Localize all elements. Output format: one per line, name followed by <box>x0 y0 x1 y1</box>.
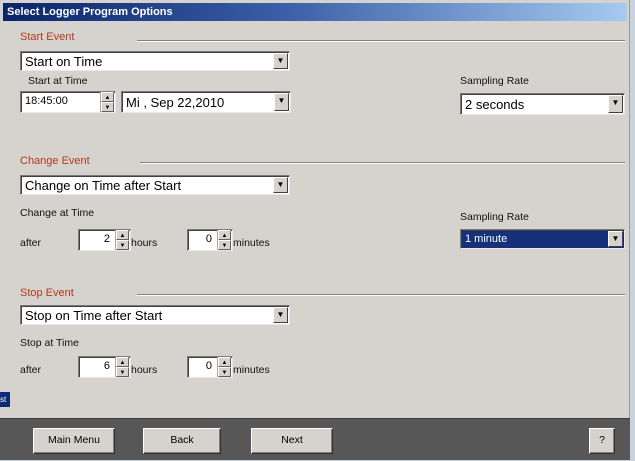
change-minutes-label: minutes <box>233 237 270 249</box>
change-sampling-label: Sampling Rate <box>460 211 529 223</box>
logger-options-window: Select Logger Program Options Start Even… <box>0 0 630 460</box>
stop-minutes-value: 0 <box>205 360 212 372</box>
chevron-down-icon[interactable]: ▼ <box>608 95 623 113</box>
stop-time-label: Stop at Time <box>20 337 79 349</box>
stop-event-select[interactable]: Stop on Time after Start ▼ <box>20 305 290 325</box>
stop-minutes-field[interactable]: 0 ▲ ▼ <box>187 356 233 378</box>
change-minutes-spinner[interactable]: ▲ ▼ <box>217 230 231 250</box>
spin-down-icon[interactable]: ▼ <box>116 367 129 377</box>
start-time-label: Start at Time <box>28 75 88 87</box>
start-event-select[interactable]: Start on Time ▼ <box>20 51 290 71</box>
start-event-group-label: Start Event <box>20 31 75 43</box>
change-hours-field[interactable]: 2 ▲ ▼ <box>78 229 131 251</box>
change-time-label: Change at Time <box>20 207 95 219</box>
window-title: Select Logger Program Options <box>3 3 627 21</box>
stop-minutes-spinner[interactable]: ▲ ▼ <box>217 357 231 377</box>
change-event-value: Change on Time after Start <box>25 178 182 193</box>
change-event-divider <box>140 162 625 164</box>
start-time-field[interactable]: 18:45:00 ▲ ▼ <box>20 91 116 113</box>
next-button[interactable]: Next <box>251 428 333 454</box>
chevron-down-icon[interactable]: ▼ <box>273 307 288 323</box>
spin-up-icon[interactable]: ▲ <box>218 357 231 367</box>
side-tab[interactable]: st <box>0 392 10 407</box>
stop-minutes-label: minutes <box>233 364 270 376</box>
start-event-value: Start on Time <box>25 54 103 69</box>
stop-hours-field[interactable]: 6 ▲ ▼ <box>78 356 131 378</box>
back-button[interactable]: Back <box>143 428 221 454</box>
spin-up-icon[interactable]: ▲ <box>218 230 231 240</box>
change-sampling-select[interactable]: 1 minute ▼ <box>460 229 625 249</box>
start-date-value: Mi , Sep 22,2010 <box>126 95 225 110</box>
start-date-select[interactable]: Mi , Sep 22,2010 ▼ <box>121 91 291 113</box>
start-time-spinner[interactable]: ▲ ▼ <box>100 92 114 112</box>
spin-down-icon[interactable]: ▼ <box>116 240 129 250</box>
stop-event-divider <box>137 294 625 296</box>
change-minutes-field[interactable]: 0 ▲ ▼ <box>187 229 233 251</box>
change-event-select[interactable]: Change on Time after Start ▼ <box>20 175 290 195</box>
spin-down-icon[interactable]: ▼ <box>218 367 231 377</box>
stop-event-value: Stop on Time after Start <box>25 308 163 323</box>
change-sampling-value: 1 minute <box>465 233 508 245</box>
change-hours-value: 2 <box>103 233 110 245</box>
start-sampling-value: 2 seconds <box>465 97 525 112</box>
stop-hours-spinner[interactable]: ▲ ▼ <box>115 357 129 377</box>
stop-hours-label: hours <box>131 364 158 376</box>
change-event-group-label: Change Event <box>20 155 90 167</box>
change-hours-spinner[interactable]: ▲ ▼ <box>115 230 129 250</box>
stop-event-group-label: Stop Event <box>20 287 74 299</box>
chevron-down-icon[interactable]: ▼ <box>608 231 623 247</box>
spin-up-icon[interactable]: ▲ <box>116 230 129 240</box>
chevron-down-icon[interactable]: ▼ <box>274 93 289 111</box>
stop-hours-value: 6 <box>103 360 110 372</box>
change-after-label: after <box>20 237 42 249</box>
chevron-down-icon[interactable]: ▼ <box>273 177 288 193</box>
start-time-value: 18:45:00 <box>25 95 68 107</box>
spin-down-icon[interactable]: ▼ <box>101 102 114 112</box>
change-hours-label: hours <box>131 237 158 249</box>
spin-down-icon[interactable]: ▼ <box>218 240 231 250</box>
chevron-down-icon[interactable]: ▼ <box>273 53 288 69</box>
change-minutes-value: 0 <box>205 233 212 245</box>
spin-up-icon[interactable]: ▲ <box>101 92 114 102</box>
start-sampling-select[interactable]: 2 seconds ▼ <box>460 93 625 115</box>
main-menu-button[interactable]: Main Menu <box>33 428 115 454</box>
stop-after-label: after <box>20 364 42 376</box>
start-sampling-label: Sampling Rate <box>460 75 529 87</box>
start-event-divider <box>137 40 625 42</box>
help-button[interactable]: ? <box>589 428 615 454</box>
spin-up-icon[interactable]: ▲ <box>116 357 129 367</box>
